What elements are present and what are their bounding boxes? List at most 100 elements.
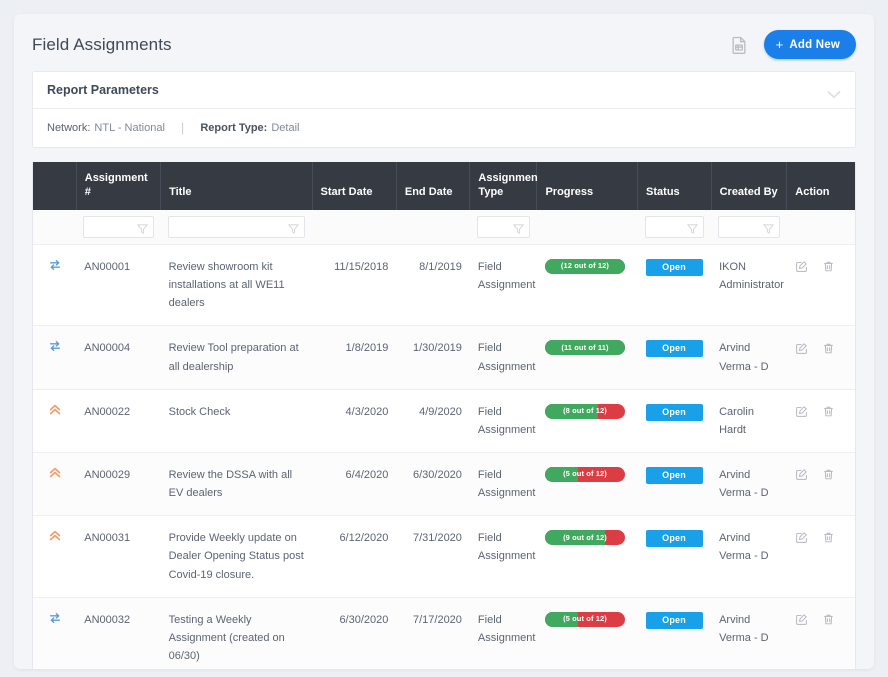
- card-header: Field Assignments + Add New: [14, 14, 874, 71]
- cell-action: [786, 244, 855, 327]
- cell-action: [786, 452, 855, 517]
- cell-progress: (5 out of 12): [536, 452, 638, 517]
- filter-funnel-icon[interactable]: [136, 221, 148, 234]
- header-actions: + Add New: [728, 30, 856, 59]
- col-action[interactable]: Action: [786, 162, 855, 210]
- filter-row: [33, 209, 855, 245]
- col-progress[interactable]: Progress: [536, 162, 639, 210]
- edit-pencil-icon[interactable]: [795, 342, 808, 356]
- cell-progress: (5 out of 12): [536, 597, 638, 669]
- cell-progress: (8 out of 12): [536, 389, 638, 453]
- filter-funnel-icon[interactable]: [287, 221, 300, 234]
- table-header: Assignment # Title Start Date End Date A…: [33, 162, 855, 210]
- status-badge: Open: [645, 258, 703, 276]
- export-document-icon[interactable]: [728, 34, 750, 56]
- double-arrow-horizontal-icon[interactable]: [48, 258, 62, 272]
- trash-icon[interactable]: [822, 260, 835, 274]
- report-parameters-header[interactable]: Report Parameters: [33, 72, 855, 109]
- table-row[interactable]: AN00001 Review showroom kit installation…: [33, 244, 855, 327]
- col-created-by[interactable]: Created By: [711, 162, 788, 210]
- cell-created-by: Carolin Hardt: [711, 389, 787, 453]
- cell-assignment-number: AN00029: [76, 452, 161, 517]
- col-assignment-number[interactable]: Assignment #: [76, 162, 162, 210]
- status-badge: Open: [645, 530, 703, 548]
- filter-box-status[interactable]: [644, 215, 705, 238]
- col-status[interactable]: Status: [637, 162, 712, 210]
- trash-icon[interactable]: [822, 405, 835, 419]
- filter-funnel-icon[interactable]: [762, 221, 774, 234]
- cell-priority[interactable]: [33, 597, 77, 669]
- cell-start-date: 11/15/2018: [312, 244, 397, 327]
- edit-pencil-icon[interactable]: [795, 531, 808, 545]
- filter-cell-start-date: [312, 209, 397, 245]
- cell-end-date: 7/31/2020: [396, 515, 470, 598]
- cell-assignment-type: Field Assignment: [469, 389, 537, 453]
- table-row[interactable]: AN00022 Stock Check 4/3/2020 4/9/2020 Fi…: [33, 389, 855, 453]
- cell-assignment-type: Field Assignment: [469, 325, 537, 390]
- double-arrow-horizontal-icon[interactable]: [48, 611, 62, 625]
- status-badge: Open: [645, 403, 703, 421]
- filter-input-title[interactable]: [168, 216, 305, 237]
- report-parameters-body: Network: NTL - National | Report Type: D…: [33, 109, 855, 147]
- cell-progress: (12 out of 12): [536, 244, 638, 327]
- cell-created-by: IKON Administrator: [711, 244, 787, 327]
- table-body: AN00001 Review showroom kit installation…: [33, 244, 855, 669]
- chevron-down-icon[interactable]: [827, 86, 841, 98]
- add-new-button[interactable]: + Add New: [763, 30, 856, 59]
- cell-title: Review showroom kit installations at all…: [160, 244, 313, 327]
- filter-box-assignment-type[interactable]: [476, 215, 530, 238]
- param-network-value: NTL - National: [94, 121, 165, 134]
- param-report-type: Report Type: Detail: [200, 122, 299, 134]
- trash-icon[interactable]: [822, 613, 835, 627]
- param-report-type-value: Detail: [271, 121, 300, 134]
- cell-action: [786, 515, 855, 598]
- double-chevron-up-icon[interactable]: [48, 529, 62, 543]
- filter-box-assignment-number[interactable]: [83, 215, 154, 238]
- col-title[interactable]: Title: [160, 162, 313, 210]
- filter-cell-created-by: [711, 209, 787, 245]
- edit-pencil-icon[interactable]: [795, 260, 808, 274]
- edit-pencil-icon[interactable]: [795, 405, 808, 419]
- trash-icon[interactable]: [822, 342, 835, 356]
- filter-funnel-icon[interactable]: [512, 221, 525, 234]
- col-end-date[interactable]: End Date: [396, 162, 471, 210]
- edit-pencil-icon[interactable]: [795, 468, 808, 482]
- filter-row-body: [33, 209, 855, 245]
- filter-cell-assignment-number: [76, 209, 161, 245]
- cell-assignment-type: Field Assignment: [469, 515, 537, 598]
- trash-icon[interactable]: [822, 468, 835, 482]
- filter-box-created-by[interactable]: [718, 215, 780, 238]
- edit-pencil-icon[interactable]: [795, 613, 808, 627]
- filter-cell-status: [637, 209, 712, 245]
- filter-cell-action: [786, 209, 855, 245]
- col-assignment-type[interactable]: Assignmen Type: [469, 162, 538, 210]
- trash-icon[interactable]: [822, 531, 835, 545]
- cell-title: Testing a Weekly Assignment (created on …: [160, 597, 313, 669]
- table-row[interactable]: AN00004 Review Tool preparation at all d…: [33, 325, 855, 390]
- filter-funnel-icon[interactable]: [687, 221, 699, 234]
- filter-box-title[interactable]: [167, 215, 306, 238]
- progress-pill: (11 out of 11): [544, 340, 625, 356]
- table-row[interactable]: AN00031 Provide Weekly update on Dealer …: [33, 515, 855, 598]
- table-row[interactable]: AN00032 Testing a Weekly Assignment (cre…: [33, 597, 855, 669]
- cell-priority[interactable]: [33, 244, 77, 327]
- double-chevron-up-icon[interactable]: [48, 403, 62, 417]
- col-start-date[interactable]: Start Date: [312, 162, 397, 210]
- cell-action: [786, 325, 855, 390]
- cell-created-by: Arvind Verma - D: [711, 452, 787, 517]
- col-priority[interactable]: [33, 162, 77, 210]
- table-row[interactable]: AN00029 Review the DSSA with all EV deal…: [33, 452, 855, 517]
- cell-priority[interactable]: [33, 325, 77, 390]
- cell-priority[interactable]: [33, 452, 77, 517]
- progress-pill: (9 out of 12): [544, 530, 625, 546]
- cell-assignment-number: AN00032: [76, 597, 161, 669]
- report-parameters-title: Report Parameters: [47, 83, 159, 97]
- page-title: Field Assignments: [32, 34, 172, 54]
- cell-priority[interactable]: [33, 515, 77, 598]
- progress-pill: (5 out of 12): [544, 466, 625, 482]
- cell-status: Open: [637, 325, 712, 390]
- progress-label: (5 out of 12): [563, 614, 607, 623]
- cell-priority[interactable]: [33, 389, 77, 453]
- double-chevron-up-icon[interactable]: [48, 466, 62, 480]
- double-arrow-horizontal-icon[interactable]: [48, 339, 62, 353]
